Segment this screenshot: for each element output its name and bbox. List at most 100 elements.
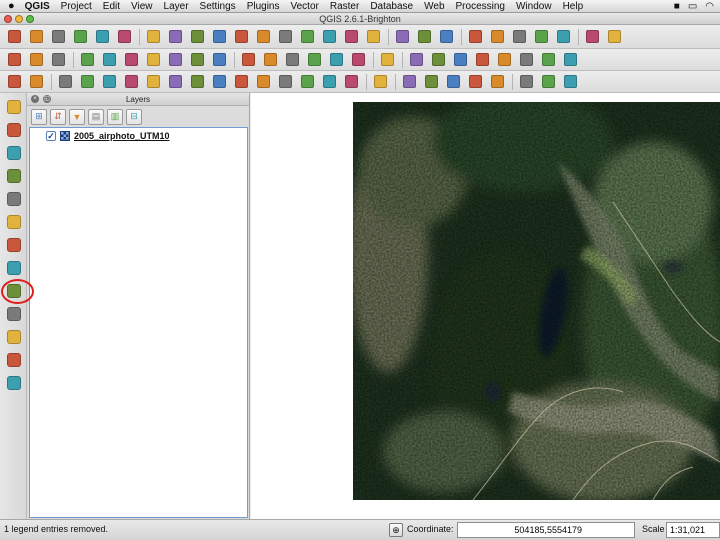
filter-legend-icon[interactable]: ▼ [69, 108, 85, 125]
zoom-in-button[interactable] [189, 28, 206, 45]
new-project-button[interactable] [6, 28, 23, 45]
measure-button[interactable] [467, 28, 484, 45]
new-shapefile-button[interactable] [489, 73, 506, 90]
interpolation-button[interactable] [562, 73, 579, 90]
add-feature-button[interactable] [79, 51, 96, 68]
add-postgis-layer-button[interactable] [5, 144, 23, 162]
menu-edit[interactable]: Edit [103, 1, 120, 12]
statistics-button[interactable] [511, 28, 528, 45]
composer-manager-button[interactable] [116, 28, 133, 45]
map-tips-button[interactable] [533, 28, 550, 45]
heatmap-button[interactable] [562, 51, 579, 68]
current-edits-button[interactable] [6, 51, 23, 68]
attribute-table-button[interactable] [489, 28, 506, 45]
system-tray-icon[interactable]: ■ [674, 1, 680, 12]
manage-visibility-icon[interactable]: ▥ [107, 108, 123, 125]
new-gpx-button[interactable] [467, 73, 484, 90]
menu-help[interactable]: Help [563, 1, 584, 12]
processing-toolbox-button[interactable] [430, 51, 447, 68]
delete-ring-button[interactable] [145, 73, 162, 90]
road-graph-button[interactable] [540, 73, 557, 90]
coordinate-field[interactable] [457, 522, 635, 538]
move-feature-button[interactable] [101, 51, 118, 68]
label-button[interactable] [240, 51, 257, 68]
add-ring-button[interactable] [79, 73, 96, 90]
text-annotation-button[interactable] [606, 28, 623, 45]
coordinate-capture-button[interactable] [518, 51, 535, 68]
menu-view[interactable]: View [131, 1, 153, 12]
menu-vector[interactable]: Vector [291, 1, 319, 12]
zoom-to-selection-button[interactable] [277, 28, 294, 45]
topology-checker-button[interactable] [518, 73, 535, 90]
zoom-window-icon[interactable] [26, 15, 34, 23]
identify-button[interactable] [394, 28, 411, 45]
menu-processing[interactable]: Processing [456, 1, 505, 12]
delete-part-button[interactable] [167, 73, 184, 90]
add-delimited-text-layer-button[interactable] [5, 305, 23, 323]
redo-button[interactable] [28, 73, 45, 90]
gps-button[interactable] [496, 51, 513, 68]
remove-layer-icon[interactable]: ⊟ [126, 108, 142, 125]
zoom-last-button[interactable] [321, 28, 338, 45]
add-vector-layer-button[interactable] [5, 98, 23, 116]
zoom-native-button[interactable] [233, 28, 250, 45]
fill-ring-button[interactable] [123, 73, 140, 90]
new-print-composer-button[interactable] [94, 28, 111, 45]
minimize-window-icon[interactable] [15, 15, 23, 23]
add-oracle-layer-button[interactable] [5, 213, 23, 231]
add-gps-layer-button[interactable] [5, 374, 23, 392]
new-shapefile-layer-button[interactable] [5, 328, 23, 346]
close-window-icon[interactable] [4, 15, 12, 23]
deselect-button[interactable] [438, 28, 455, 45]
menu-raster[interactable]: Raster [330, 1, 359, 12]
map-canvas[interactable] [251, 93, 720, 519]
show-hide-labels-button[interactable] [284, 51, 301, 68]
apple-icon[interactable]: ● [8, 0, 15, 12]
reshape-features-button[interactable] [189, 73, 206, 90]
save-layer-edits-button[interactable] [50, 51, 67, 68]
layer-tree[interactable]: ✓ 2005_airphoto_UTM10 [29, 127, 248, 518]
merge-selected-button[interactable] [277, 73, 294, 90]
rotate-feature-button[interactable] [343, 73, 360, 90]
toggle-editing-button[interactable] [28, 51, 45, 68]
add-delimited-text-button[interactable] [445, 73, 462, 90]
digitize-button[interactable] [401, 73, 418, 90]
collapse-icon[interactable]: ▤ [88, 108, 104, 125]
add-raster-layer-button[interactable] [5, 121, 23, 139]
move-label-button[interactable] [306, 51, 323, 68]
open-project-button[interactable] [28, 28, 45, 45]
new-bookmark-button[interactable] [555, 28, 572, 45]
zoom-full-button[interactable] [255, 28, 272, 45]
add-wms-layer-button[interactable] [5, 236, 23, 254]
add-mssql-layer-button[interactable] [5, 190, 23, 208]
select-features-button[interactable] [416, 28, 433, 45]
csw-button[interactable] [379, 51, 396, 68]
undo-button[interactable] [6, 73, 23, 90]
menu-web[interactable]: Web [424, 1, 444, 12]
delete-selected-button[interactable] [145, 51, 162, 68]
menu-layer[interactable]: Layer [164, 1, 189, 12]
csw-button[interactable] [372, 73, 389, 90]
aerial-photo-raster[interactable] [353, 102, 720, 500]
menu-project[interactable]: Project [61, 1, 92, 12]
layer-name[interactable]: 2005_airphoto_UTM10 [74, 131, 170, 141]
rotate-point-symbols-button[interactable] [321, 73, 338, 90]
cut-features-button[interactable] [167, 51, 184, 68]
grid-button[interactable] [540, 51, 557, 68]
menu-database[interactable]: Database [370, 1, 413, 12]
add-wcs-layer-button[interactable] [5, 259, 23, 277]
add-part-button[interactable] [101, 73, 118, 90]
menu-window[interactable]: Window [516, 1, 552, 12]
add-virtual-layer-button[interactable] [5, 351, 23, 369]
float-panel-icon[interactable]: ◱ [43, 95, 51, 103]
pan-to-selection-button[interactable] [167, 28, 184, 45]
zoom-out-button[interactable] [211, 28, 228, 45]
merge-attributes-button[interactable] [299, 73, 316, 90]
offset-curve-button[interactable] [211, 73, 228, 90]
save-project-button[interactable] [50, 28, 67, 45]
change-label-button[interactable] [350, 51, 367, 68]
layer-item[interactable]: ✓ 2005_airphoto_UTM10 [46, 131, 170, 141]
layer-visibility-checkbox[interactable]: ✓ [46, 131, 56, 141]
zoom-next-button[interactable] [343, 28, 360, 45]
toggle-extents-icon[interactable]: ⊕ [389, 523, 403, 537]
